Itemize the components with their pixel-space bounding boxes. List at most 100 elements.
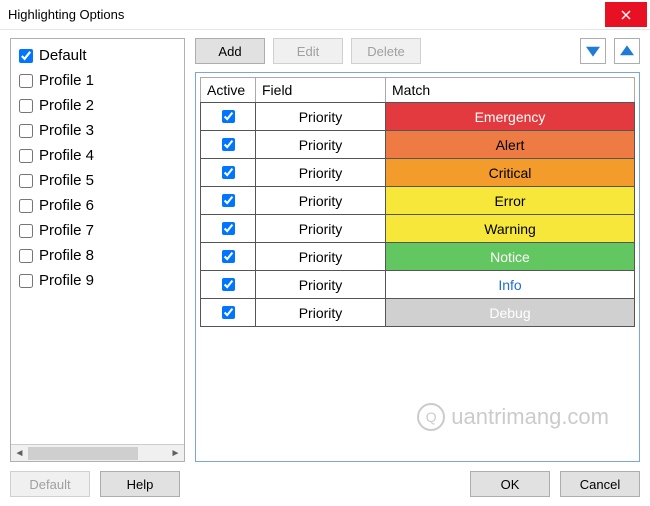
watermark: Q uantrimang.com <box>417 403 609 431</box>
active-cell <box>201 215 256 243</box>
match-cell: Warning <box>386 215 635 243</box>
active-cell <box>201 243 256 271</box>
profile-checkbox[interactable] <box>19 99 33 113</box>
active-checkbox[interactable] <box>222 306 235 319</box>
profile-checkbox[interactable] <box>19 274 33 288</box>
col-field[interactable]: Field <box>256 78 386 103</box>
table-row[interactable]: PriorityEmergency <box>201 103 635 131</box>
profile-label: Profile 7 <box>39 222 94 239</box>
match-cell: Critical <box>386 159 635 187</box>
profile-item[interactable]: Profile 3 <box>11 118 184 143</box>
profile-checkbox[interactable] <box>19 249 33 263</box>
active-checkbox[interactable] <box>222 222 235 235</box>
profile-checkbox[interactable] <box>19 149 33 163</box>
col-match[interactable]: Match <box>386 78 635 103</box>
table-row[interactable]: PriorityDebug <box>201 299 635 327</box>
scroll-thumb[interactable] <box>28 447 138 460</box>
close-button[interactable] <box>605 2 647 27</box>
profile-item[interactable]: Profile 5 <box>11 168 184 193</box>
close-icon <box>621 10 631 20</box>
profile-label: Profile 3 <box>39 122 94 139</box>
profile-item[interactable]: Profile 2 <box>11 93 184 118</box>
profile-item[interactable]: Profile 4 <box>11 143 184 168</box>
active-cell <box>201 271 256 299</box>
table-row[interactable]: PriorityAlert <box>201 131 635 159</box>
rules-table: Active Field Match PriorityEmergencyPrio… <box>200 77 635 327</box>
toolbar: Add Edit Delete <box>195 38 640 64</box>
profile-label: Profile 5 <box>39 172 94 189</box>
move-up-button[interactable] <box>614 38 640 64</box>
profile-label: Default <box>39 47 87 64</box>
titlebar: Highlighting Options <box>0 0 650 30</box>
active-cell <box>201 299 256 327</box>
scroll-right-icon[interactable]: ► <box>167 445 184 462</box>
match-cell: Emergency <box>386 103 635 131</box>
table-header-row: Active Field Match <box>201 78 635 103</box>
h-scrollbar[interactable]: ◄ ► <box>11 444 184 461</box>
cancel-button[interactable]: Cancel <box>560 471 640 497</box>
profile-checkbox[interactable] <box>19 124 33 138</box>
profile-label: Profile 1 <box>39 72 94 89</box>
profile-item[interactable]: Profile 6 <box>11 193 184 218</box>
table-row[interactable]: PriorityNotice <box>201 243 635 271</box>
profile-checkbox[interactable] <box>19 199 33 213</box>
active-cell <box>201 187 256 215</box>
table-row[interactable]: PriorityError <box>201 187 635 215</box>
main-panel: Add Edit Delete Active Field <box>195 38 640 462</box>
active-checkbox[interactable] <box>222 166 235 179</box>
table-row[interactable]: PriorityInfo <box>201 271 635 299</box>
ok-button[interactable]: OK <box>470 471 550 497</box>
match-cell: Alert <box>386 131 635 159</box>
profile-checkbox[interactable] <box>19 74 33 88</box>
field-cell: Priority <box>256 271 386 299</box>
profile-item[interactable]: Profile 9 <box>11 268 184 293</box>
col-active[interactable]: Active <box>201 78 256 103</box>
default-button[interactable]: Default <box>10 471 90 497</box>
field-cell: Priority <box>256 103 386 131</box>
table-row[interactable]: PriorityCritical <box>201 159 635 187</box>
field-cell: Priority <box>256 131 386 159</box>
profile-list: Default Profile 1 Profile 2 Profile 3 Profil… <box>11 39 184 297</box>
field-cell: Priority <box>256 299 386 327</box>
edit-button[interactable]: Edit <box>273 38 343 64</box>
profile-label: Profile 4 <box>39 147 94 164</box>
table-row[interactable]: PriorityWarning <box>201 215 635 243</box>
profile-checkbox[interactable] <box>19 49 33 63</box>
active-checkbox[interactable] <box>222 250 235 263</box>
help-button[interactable]: Help <box>100 471 180 497</box>
watermark-text: uantrimang.com <box>451 404 609 430</box>
add-button[interactable]: Add <box>195 38 265 64</box>
active-cell <box>201 103 256 131</box>
profile-item[interactable]: Profile 8 <box>11 243 184 268</box>
match-cell: Info <box>386 271 635 299</box>
profile-item[interactable]: Profile 7 <box>11 218 184 243</box>
scroll-left-icon[interactable]: ◄ <box>11 445 28 462</box>
rules-panel: Active Field Match PriorityEmergencyPrio… <box>195 72 640 462</box>
profile-label: Profile 9 <box>39 272 94 289</box>
active-checkbox[interactable] <box>222 278 235 291</box>
profile-checkbox[interactable] <box>19 174 33 188</box>
triangle-down-icon <box>586 44 600 58</box>
match-cell: Debug <box>386 299 635 327</box>
field-cell: Priority <box>256 159 386 187</box>
active-cell <box>201 131 256 159</box>
triangle-up-icon <box>620 44 634 58</box>
move-down-button[interactable] <box>580 38 606 64</box>
profile-listbox[interactable]: Default Profile 1 Profile 2 Profile 3 Profil… <box>10 38 185 462</box>
dialog-window: Highlighting Options Default Profile 1 Pro… <box>0 0 650 506</box>
sidebar: Default Profile 1 Profile 2 Profile 3 Profil… <box>10 38 185 462</box>
scroll-track[interactable] <box>28 445 167 462</box>
profile-item[interactable]: Profile 1 <box>11 68 184 93</box>
active-checkbox[interactable] <box>222 110 235 123</box>
dialog-body: Default Profile 1 Profile 2 Profile 3 Profil… <box>0 30 650 462</box>
match-cell: Error <box>386 187 635 215</box>
field-cell: Priority <box>256 243 386 271</box>
window-title: Highlighting Options <box>8 7 124 22</box>
active-checkbox[interactable] <box>222 138 235 151</box>
profile-checkbox[interactable] <box>19 224 33 238</box>
delete-button[interactable]: Delete <box>351 38 421 64</box>
profile-item[interactable]: Default <box>11 43 184 68</box>
profile-label: Profile 8 <box>39 247 94 264</box>
profile-label: Profile 6 <box>39 197 94 214</box>
active-checkbox[interactable] <box>222 194 235 207</box>
